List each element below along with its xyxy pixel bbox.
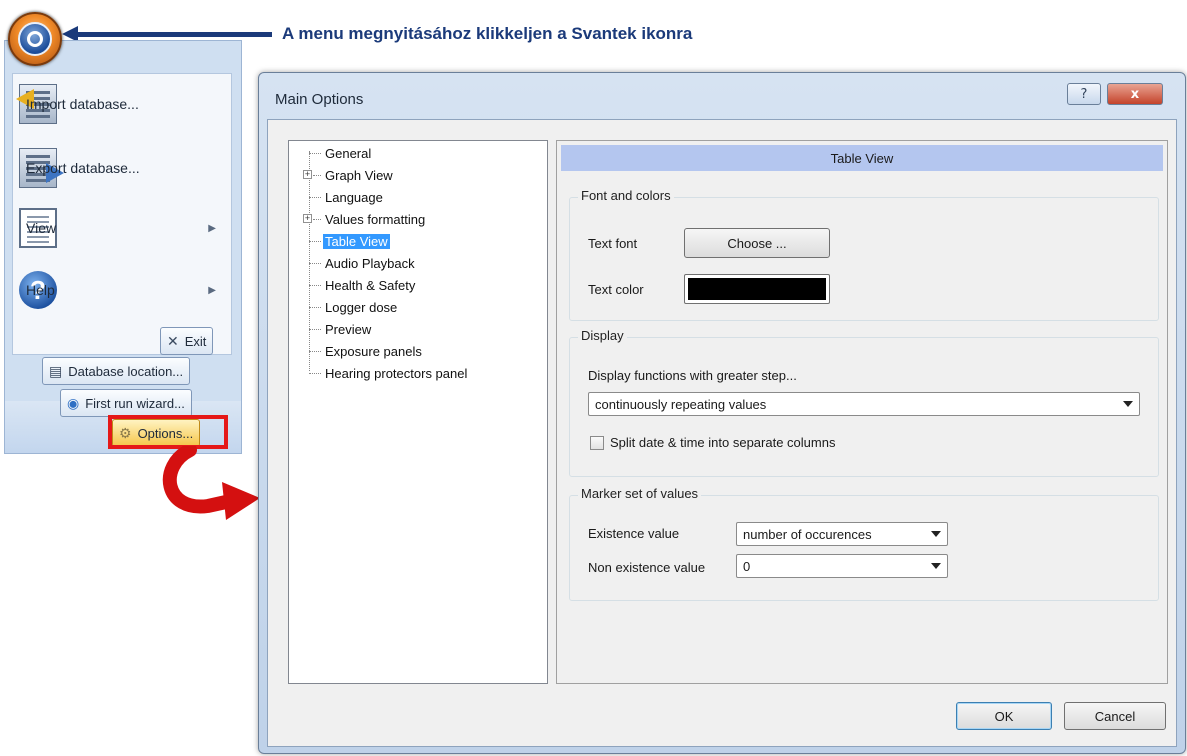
- tree-item-label: Values formatting: [325, 211, 426, 227]
- group-title: Display: [578, 328, 627, 343]
- expand-plus-icon[interactable]: +: [303, 170, 312, 179]
- dialog-title: Main Options: [275, 91, 364, 108]
- tree-item-health-safety[interactable]: Health & Safety: [309, 275, 417, 295]
- cancel-button[interactable]: Cancel: [1064, 702, 1166, 730]
- text-font-label: Text font: [588, 236, 638, 251]
- main-options-dialog: Main Options ? x General + Graph View Lan…: [258, 72, 1186, 754]
- tree-item-general[interactable]: General: [309, 143, 373, 163]
- tree-item-table-view[interactable]: Table View: [309, 231, 390, 251]
- chevron-down-icon: [931, 563, 941, 569]
- dropdown-value: 0: [743, 558, 751, 574]
- tree-item-label: Exposure panels: [325, 343, 422, 359]
- tree-item-label: Hearing protectors panel: [325, 365, 468, 381]
- first-run-wizard-label: First run wizard...: [85, 395, 185, 411]
- submenu-arrow-icon: ▶: [208, 222, 216, 234]
- annotation-text: A menu megnyitásához klikkeljen a Svante…: [282, 24, 693, 43]
- svantek-menu-button[interactable]: [8, 12, 62, 66]
- split-date-time-label: Split date & time into separate columns: [610, 435, 836, 450]
- font-colors-group: Font and colors Text font Choose ... Tex…: [569, 188, 1159, 321]
- panel-title: Table View: [561, 145, 1163, 171]
- menu-item-help[interactable]: ? Help ▶: [14, 262, 228, 318]
- tree-item-label: Table View: [323, 233, 390, 249]
- existence-value-dropdown[interactable]: number of occurences: [736, 522, 948, 546]
- options-highlight-box: [108, 415, 228, 449]
- chevron-down-icon: [931, 531, 941, 537]
- cancel-label: Cancel: [1094, 708, 1136, 724]
- expand-plus-icon[interactable]: +: [303, 214, 312, 223]
- color-swatch: [688, 278, 826, 300]
- menu-item-export-database[interactable]: Export database...: [14, 140, 228, 196]
- choose-font-label: Choose ...: [727, 235, 787, 251]
- submenu-arrow-icon: ▶: [208, 284, 216, 296]
- non-existence-value-dropdown[interactable]: 0: [736, 554, 948, 578]
- display-step-dropdown[interactable]: continuously repeating values: [588, 392, 1140, 416]
- database-location-label: Database location...: [68, 363, 184, 379]
- menu-item-label: Import database...: [26, 96, 139, 112]
- tree-item-label: Language: [325, 189, 383, 205]
- text-color-picker[interactable]: [684, 274, 830, 304]
- non-existence-value-label: Non existence value: [588, 560, 706, 575]
- display-group: Display Display functions with greater s…: [569, 328, 1159, 477]
- annotation-arrow-line: [76, 32, 272, 37]
- dialog-close-button[interactable]: x: [1107, 83, 1163, 105]
- tree-guide-line: [309, 151, 310, 371]
- exit-label: Exit: [184, 333, 207, 349]
- tree-item-hearing-protectors-panel[interactable]: Hearing protectors panel: [309, 363, 469, 383]
- tree-item-label: Logger dose: [325, 299, 398, 315]
- tree-item-label: Preview: [325, 321, 372, 337]
- tree-item-label: Audio Playback: [325, 255, 415, 271]
- tree-item-label: General: [325, 145, 372, 161]
- close-icon: x: [1130, 86, 1140, 102]
- marker-values-group: Marker set of values Existence value num…: [569, 486, 1159, 601]
- menu-item-view[interactable]: View ▶: [14, 200, 228, 256]
- split-date-time-checkbox[interactable]: [590, 436, 604, 450]
- menu-item-label: Export database...: [26, 160, 140, 176]
- curved-red-arrow-icon: [162, 446, 260, 520]
- tree-item-graph-view[interactable]: + Graph View: [303, 165, 395, 185]
- tree-item-language[interactable]: Language: [309, 187, 385, 207]
- choose-font-button[interactable]: Choose ...: [684, 228, 830, 258]
- dropdown-value: continuously repeating values: [595, 396, 767, 412]
- options-tree: General + Graph View Language + Values for…: [288, 140, 548, 684]
- tree-item-exposure-panels[interactable]: Exposure panels: [309, 341, 424, 361]
- dropdown-value: number of occurences: [743, 526, 872, 542]
- dialog-client-area: General + Graph View Language + Values for…: [267, 119, 1177, 747]
- dialog-help-button[interactable]: ?: [1067, 83, 1101, 105]
- menu-item-label: Help: [26, 282, 55, 298]
- chevron-down-icon: [1123, 401, 1133, 407]
- group-title: Font and colors: [578, 188, 674, 203]
- help-question-icon: ?: [1080, 86, 1088, 102]
- tree-item-label: Graph View: [325, 167, 393, 183]
- ok-button[interactable]: OK: [956, 702, 1052, 730]
- tree-item-preview[interactable]: Preview: [309, 319, 373, 339]
- text-color-label: Text color: [588, 282, 644, 297]
- database-location-button[interactable]: ▤ Database location...: [42, 357, 191, 385]
- tree-item-logger-dose[interactable]: Logger dose: [309, 297, 399, 317]
- table-view-settings-panel: Table View Font and colors Text font Cho…: [556, 140, 1168, 684]
- wizard-icon: ◉: [67, 394, 80, 411]
- database-icon: ▤: [49, 362, 63, 379]
- exit-button[interactable]: ✕ Exit: [160, 327, 214, 355]
- first-run-wizard-button[interactable]: ◉ First run wizard...: [60, 389, 192, 417]
- close-icon: ✕: [167, 332, 179, 349]
- group-title: Marker set of values: [578, 486, 702, 501]
- menu-item-import-database[interactable]: Import database...: [14, 76, 228, 132]
- existence-value-label: Existence value: [588, 526, 680, 541]
- menu-item-label: View: [26, 220, 57, 236]
- tree-item-audio-playback[interactable]: Audio Playback: [309, 253, 417, 273]
- display-step-label: Display functions with greater step...: [588, 368, 797, 383]
- tree-item-values-formatting[interactable]: + Values formatting: [303, 209, 427, 229]
- ok-label: OK: [994, 708, 1014, 724]
- tree-item-label: Health & Safety: [325, 277, 416, 293]
